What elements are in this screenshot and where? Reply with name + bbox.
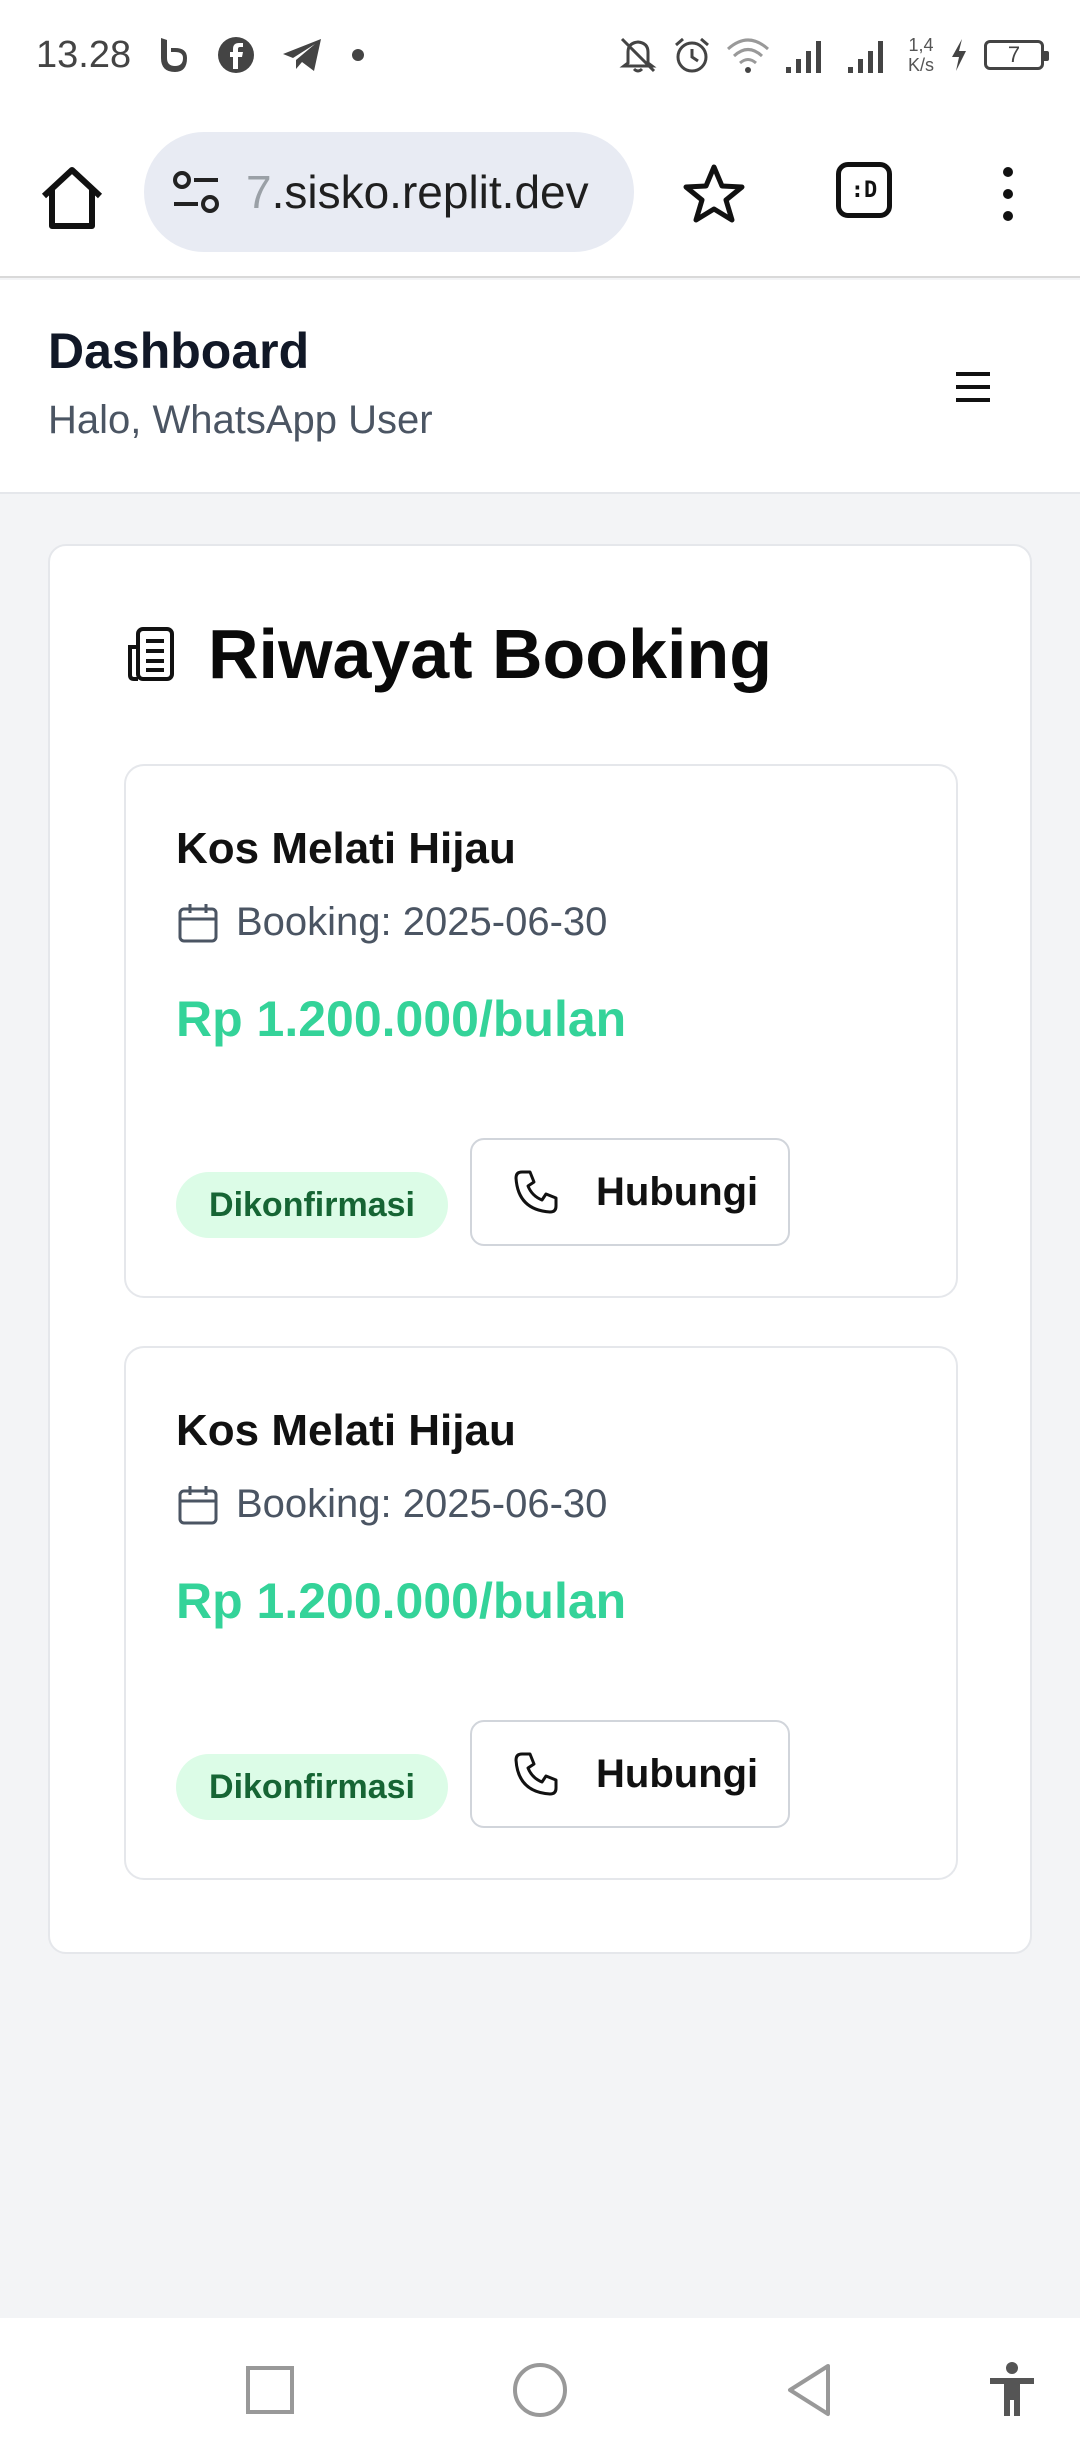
alarm-icon <box>675 37 709 73</box>
booking-date: Booking: 2025-06-30 <box>236 900 608 944</box>
phone-icon <box>514 1752 558 1796</box>
status-bar: 13.28 1,4 K/s 7 <box>0 0 1080 110</box>
signal-icon <box>785 41 821 73</box>
booking-name: Kos Melati Hijau <box>176 1406 516 1455</box>
section-header: Riwayat Booking <box>124 614 772 694</box>
browser-toolbar: 7.sisko.replit.dev :D <box>0 110 1080 278</box>
booking-date: Booking: 2025-06-30 <box>236 1482 608 1526</box>
wifi-icon <box>726 38 769 73</box>
booking-name: Kos Melati Hijau <box>176 824 516 873</box>
status-badge: Dikonfirmasi <box>176 1754 448 1820</box>
accessibility-icon[interactable] <box>982 2360 1042 2420</box>
page-title: Dashboard <box>48 323 310 379</box>
tab-switcher-button[interactable]: :D <box>836 162 892 218</box>
hamburger-menu-icon[interactable] <box>952 366 994 408</box>
battery-icon: 7 <box>984 40 1049 70</box>
booking-item: Kos Melati Hijau Booking: 2025-06-30 Rp … <box>124 1346 958 1880</box>
b-app-icon <box>161 38 188 72</box>
phone-icon <box>514 1170 558 1214</box>
system-nav-bar <box>0 2318 1080 2460</box>
screen: 13.28 1,4 K/s 7 7.sisko.replit.dev:D Da… <box>0 0 1080 2460</box>
calendar-icon <box>178 903 218 942</box>
section-title: Riwayat Booking <box>208 615 772 693</box>
booking-date-row: Booking: 2025-06-30 <box>176 900 607 945</box>
booking-price: Rp 1.200.000/bulan <box>176 1573 627 1629</box>
home-icon[interactable] <box>36 162 108 234</box>
booking-item: Kos Melati Hijau Booking: 2025-06-30 Rp … <box>124 764 958 1298</box>
dot-icon <box>352 49 365 61</box>
charging-icon <box>952 39 966 71</box>
signal-icon <box>847 41 883 73</box>
facebook-icon <box>218 37 255 73</box>
url-bar[interactable]: 7.sisko.replit.dev <box>144 132 634 252</box>
booking-price: Rp 1.200.000/bulan <box>176 991 627 1047</box>
mute-icon <box>619 37 657 73</box>
contact-button[interactable]: Hubungi <box>470 1138 790 1246</box>
telegram-icon <box>283 39 322 71</box>
home-nav-icon[interactable] <box>510 2360 570 2420</box>
url-text[interactable]: 7.sisko.replit.dev <box>246 165 589 219</box>
bookmark-star-icon[interactable] <box>682 162 746 226</box>
status-badge: Dikonfirmasi <box>176 1172 448 1238</box>
greeting-text: Halo, WhatsApp User <box>48 398 433 442</box>
net-speed: 1,4 K/s <box>907 35 934 75</box>
recent-apps-icon[interactable] <box>240 2360 300 2420</box>
contact-button-label: Hubungi <box>596 1169 759 1214</box>
app-header: Dashboard Halo, WhatsApp User <box>0 280 1080 494</box>
site-settings-icon[interactable] <box>168 164 224 220</box>
contact-button-label: Hubungi <box>596 1751 759 1796</box>
calendar-icon <box>178 1485 218 1524</box>
back-icon[interactable] <box>780 2360 840 2420</box>
booking-date-row: Booking: 2025-06-30 <box>176 1482 607 1527</box>
contact-button[interactable]: Hubungi <box>470 1720 790 1828</box>
more-options-icon[interactable] <box>992 162 1024 226</box>
booking-history-card: Riwayat Booking Kos Melati Hijau Booking… <box>48 544 1032 1954</box>
status-time: 13.28 <box>36 33 132 76</box>
document-icon <box>128 627 174 681</box>
